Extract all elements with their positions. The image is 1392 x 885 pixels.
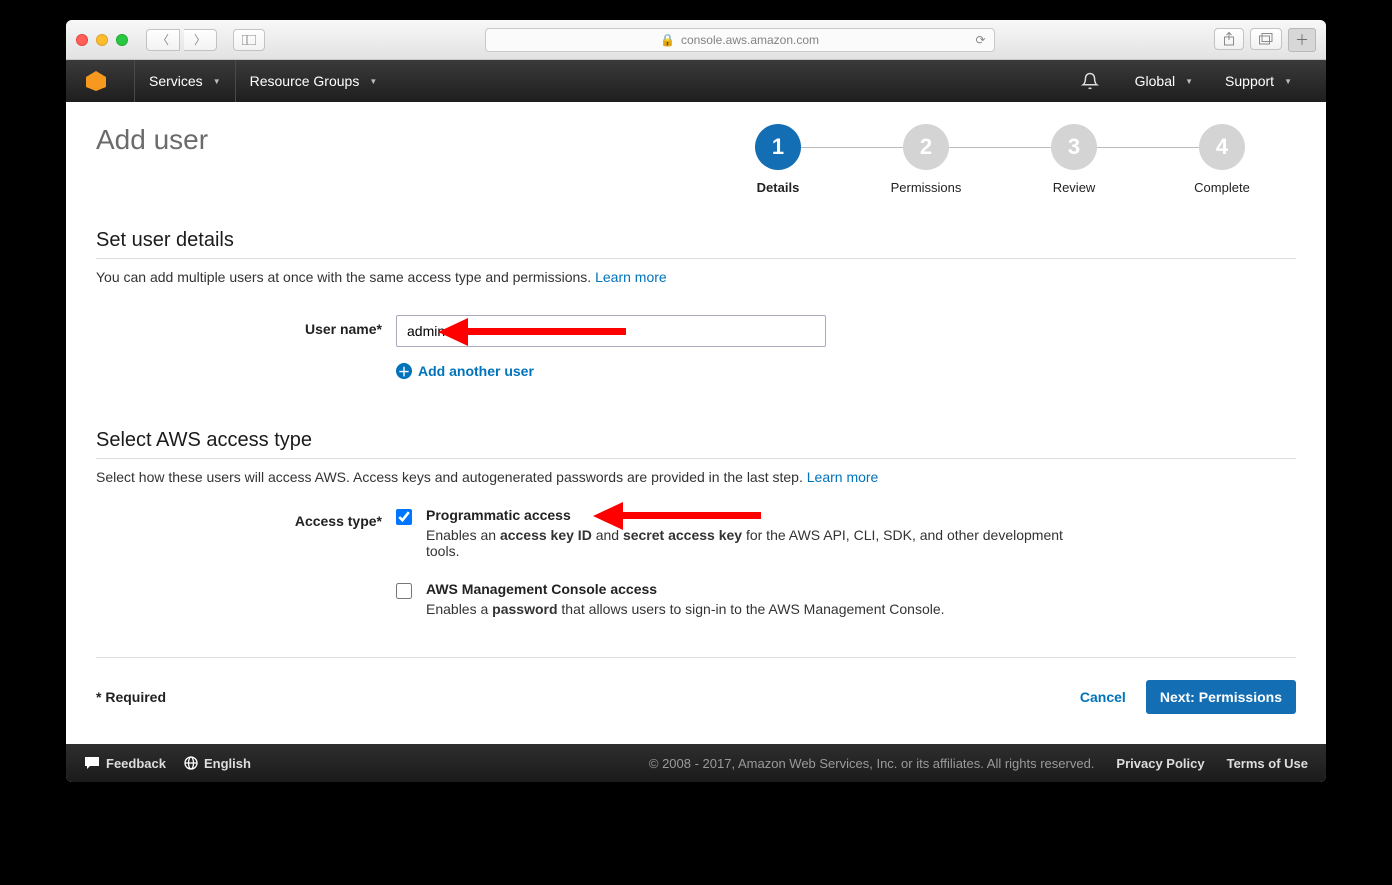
tabs-button[interactable] xyxy=(1250,28,1282,50)
console-access-checkbox[interactable] xyxy=(396,583,412,599)
step-details[interactable]: 1 Details xyxy=(704,124,852,195)
set-user-details-subtext: You can add multiple users at once with … xyxy=(96,269,1296,285)
url-text: console.aws.amazon.com xyxy=(681,33,819,47)
wizard-steps: 1 Details 2 Permissions 3 Review xyxy=(704,124,1296,195)
required-note: * Required xyxy=(96,689,166,705)
browser-titlebar: 〈 〉 🔒 console.aws.amazon.com ⟳ xyxy=(66,20,1326,60)
browser-window: 〈 〉 🔒 console.aws.amazon.com ⟳ xyxy=(66,20,1326,782)
step-permissions[interactable]: 2 Permissions xyxy=(852,124,1000,195)
username-input[interactable] xyxy=(396,315,826,347)
cancel-button[interactable]: Cancel xyxy=(1080,689,1126,705)
close-window-icon[interactable] xyxy=(76,34,88,46)
region-menu[interactable]: Global xyxy=(1121,73,1207,89)
programmatic-access-desc: Enables an access key ID and secret acce… xyxy=(426,527,1076,559)
globe-icon xyxy=(184,756,198,770)
programmatic-access-checkbox[interactable] xyxy=(396,509,412,525)
username-label: User name* xyxy=(96,315,396,379)
feedback-button[interactable]: Feedback xyxy=(84,756,166,771)
learn-more-link[interactable]: Learn more xyxy=(595,269,667,285)
access-type-subtext: Select how these users will access AWS. … xyxy=(96,469,1296,485)
programmatic-access-title: Programmatic access xyxy=(426,507,1076,523)
page-title: Add user xyxy=(96,124,208,156)
access-type-heading: Select AWS access type xyxy=(96,429,1296,459)
plus-circle-icon: ＋ xyxy=(396,363,412,379)
new-tab-button[interactable]: ＋ xyxy=(1288,28,1316,52)
language-button[interactable]: English xyxy=(184,756,251,771)
aws-logo-icon[interactable] xyxy=(86,71,106,91)
aws-footer: Feedback English © 2008 - 2017, Amazon W… xyxy=(66,744,1326,782)
lock-icon: 🔒 xyxy=(660,33,675,47)
console-access-title: AWS Management Console access xyxy=(426,581,945,597)
set-user-details-heading: Set user details xyxy=(96,229,1296,259)
nav-buttons: 〈 〉 xyxy=(146,29,217,51)
next-permissions-button[interactable]: Next: Permissions xyxy=(1146,680,1296,714)
minimize-window-icon[interactable] xyxy=(96,34,108,46)
reload-icon[interactable]: ⟳ xyxy=(975,33,985,47)
learn-more-link-2[interactable]: Learn more xyxy=(807,469,879,485)
console-access-desc: Enables a password that allows users to … xyxy=(426,601,945,617)
forward-button[interactable]: 〉 xyxy=(184,29,217,51)
sidebar-toggle-button[interactable] xyxy=(233,29,265,51)
support-menu[interactable]: Support xyxy=(1211,73,1306,89)
window-controls xyxy=(76,34,128,46)
privacy-policy-link[interactable]: Privacy Policy xyxy=(1116,756,1204,771)
address-bar[interactable]: 🔒 console.aws.amazon.com ⟳ xyxy=(485,28,995,52)
step-complete[interactable]: 4 Complete xyxy=(1148,124,1296,195)
aws-nav-bar: Services Resource Groups Global Support xyxy=(66,60,1326,102)
maximize-window-icon[interactable] xyxy=(116,34,128,46)
add-another-user-button[interactable]: ＋ Add another user xyxy=(396,363,826,379)
back-button[interactable]: 〈 xyxy=(146,29,180,51)
copyright-text: © 2008 - 2017, Amazon Web Services, Inc.… xyxy=(649,756,1095,771)
terms-of-use-link[interactable]: Terms of Use xyxy=(1227,756,1308,771)
notifications-icon[interactable] xyxy=(1081,72,1099,90)
speech-bubble-icon xyxy=(84,756,100,770)
share-button[interactable] xyxy=(1214,28,1244,50)
services-menu[interactable]: Services xyxy=(134,60,235,102)
resource-groups-menu[interactable]: Resource Groups xyxy=(235,60,392,102)
step-review[interactable]: 3 Review xyxy=(1000,124,1148,195)
access-type-label: Access type* xyxy=(96,507,396,617)
